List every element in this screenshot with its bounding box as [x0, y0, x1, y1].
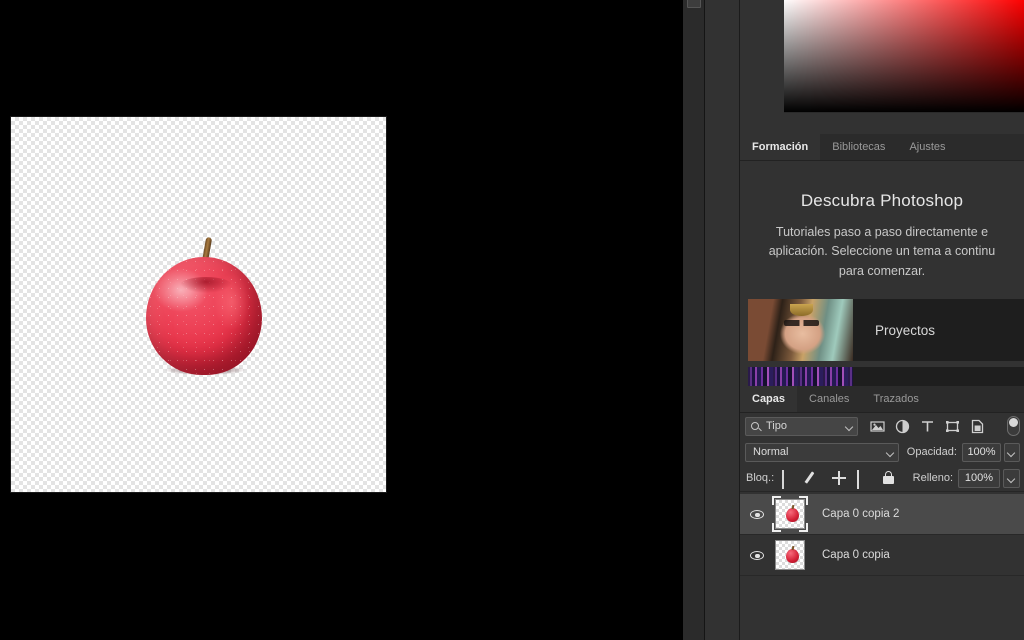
type-layer-filter-icon[interactable] [920, 419, 935, 434]
discover-description: Tutoriales paso a paso directamente e ap… [740, 223, 1024, 281]
layer-filter-row: Tipo [740, 413, 1024, 439]
apple-thumb-icon [786, 549, 799, 563]
blend-mode-value: Normal [753, 446, 789, 458]
layer-filter-icons [870, 419, 985, 434]
blend-mode-select[interactable]: Normal [745, 442, 899, 462]
lock-row: Bloq.: Relleno: 100% [740, 465, 1024, 491]
opacity-stepper[interactable] [1004, 442, 1020, 462]
opacity-label: Opacidad: [906, 446, 957, 458]
eye-icon [750, 509, 764, 519]
tutorial-thumbnail [748, 299, 853, 362]
color-picker-panel[interactable] [740, 0, 1024, 130]
shape-layer-filter-icon[interactable] [945, 419, 960, 434]
right-dock: Formación Bibliotecas Ajustes Descubra P… [683, 0, 1024, 640]
document-workspace[interactable] [0, 0, 683, 640]
chevron-down-icon [844, 422, 854, 431]
portrait-thumbnail-image [748, 299, 853, 362]
tutorial-card-list: Proyectos [740, 299, 1024, 386]
apple-body [146, 257, 262, 375]
layers-divider [740, 491, 1024, 492]
layer-thumbnail[interactable] [772, 537, 808, 573]
layer-row-capa-0-copia-2[interactable]: Capa 0 copia 2 [740, 494, 1024, 535]
lock-label: Bloq.: [746, 472, 775, 484]
document-canvas[interactable] [11, 117, 386, 492]
lock-all-icon[interactable] [882, 471, 896, 485]
tab-canales[interactable]: Canales [797, 386, 862, 412]
blend-mode-row: Normal Opacidad: 100% [740, 439, 1024, 465]
tutorial-card-label-secondary [853, 367, 1024, 386]
dock-panel-column: Formación Bibliotecas Ajustes Descubra P… [740, 0, 1024, 640]
discover-heading: Descubra Photoshop [800, 191, 964, 210]
tab-bibliotecas[interactable]: Bibliotecas [820, 134, 898, 160]
tab-trazados[interactable]: Trazados [861, 386, 931, 412]
tutorial-card-secondary[interactable] [748, 367, 1024, 386]
lock-icon-group [782, 470, 896, 489]
layers-content: Tipo Normal Opacidad: 100% Bloq.: Rellen… [740, 413, 1024, 576]
dock-secondary-column [705, 0, 740, 640]
layer-visibility-toggle[interactable] [746, 550, 768, 560]
chevron-down-icon [1006, 474, 1016, 483]
photoshop-window: Formación Bibliotecas Ajustes Descubra P… [0, 0, 1024, 640]
pixel-layer-filter-icon[interactable] [870, 419, 885, 434]
tutorial-thumbnail-secondary [748, 367, 853, 386]
layer-visibility-toggle[interactable] [746, 509, 768, 519]
layers-panel: Capas Canales Trazados Tipo Normal Opaci… [740, 386, 1024, 640]
search-icon [751, 421, 759, 430]
layer-list: Capa 0 copia 2 Capa 0 copia [740, 494, 1024, 576]
filter-enable-toggle[interactable] [1007, 416, 1020, 436]
tab-capas[interactable]: Capas [740, 386, 798, 412]
fill-label: Relleno: [912, 472, 953, 484]
layers-tabstrip[interactable]: Capas Canales Trazados [740, 386, 1024, 413]
tutorial-card-label: Proyectos [875, 322, 936, 338]
discover-panel: Formación Bibliotecas Ajustes Descubra P… [740, 134, 1024, 386]
discover-description-line-3: para comenzar. [838, 263, 926, 278]
layer-thumbnail[interactable] [772, 496, 808, 532]
chevron-down-icon [1006, 448, 1016, 457]
discover-description-line-2: aplicación. Seleccione un tema a continu [768, 244, 996, 259]
apple-top-dimple [180, 277, 232, 293]
lock-image-pixels-icon[interactable] [804, 471, 821, 485]
collapsed-panel-icon[interactable] [687, 0, 701, 8]
lock-position-icon[interactable] [832, 471, 847, 485]
gradient-strip-thumbnail-image [748, 367, 853, 386]
layer-row-capa-0-copia[interactable]: Capa 0 copia [740, 535, 1024, 576]
color-picker-footer [784, 112, 1024, 130]
selection-brackets [772, 496, 808, 532]
discover-content: Descubra Photoshop Tutoriales paso a pas… [740, 161, 1024, 386]
layer-name[interactable]: Capa 0 copia [822, 549, 890, 561]
saturation-brightness-field[interactable] [784, 0, 1024, 112]
opacity-value[interactable]: 100% [961, 442, 1002, 462]
apple-speckle-texture [146, 257, 262, 375]
discover-tabstrip[interactable]: Formación Bibliotecas Ajustes [740, 134, 1024, 161]
layer-filter-value: Tipo [766, 420, 787, 432]
lock-artboard-nesting-icon[interactable] [857, 470, 871, 489]
adjustment-layer-filter-icon[interactable] [895, 419, 910, 434]
discover-description-line-1: Tutoriales paso a paso directamente e [775, 225, 989, 239]
layer-name[interactable]: Capa 0 copia 2 [822, 508, 899, 520]
layer-thumbnail-image [775, 540, 805, 570]
fill-stepper[interactable] [1003, 468, 1020, 488]
chevron-down-icon [885, 448, 895, 457]
red-apple-artwork [139, 235, 269, 380]
tutorial-card-proyectos[interactable]: Proyectos [748, 299, 1024, 362]
smart-object-filter-icon[interactable] [970, 419, 985, 434]
tab-ajustes[interactable]: Ajustes [897, 134, 958, 160]
tab-formacion[interactable]: Formación [740, 134, 821, 160]
dock-icon-rail[interactable] [683, 0, 705, 640]
layer-filter-type-select[interactable]: Tipo [745, 416, 858, 436]
lock-transparent-pixels-icon[interactable] [782, 470, 796, 489]
eye-icon [750, 550, 764, 560]
fill-value[interactable]: 100% [958, 468, 1000, 488]
